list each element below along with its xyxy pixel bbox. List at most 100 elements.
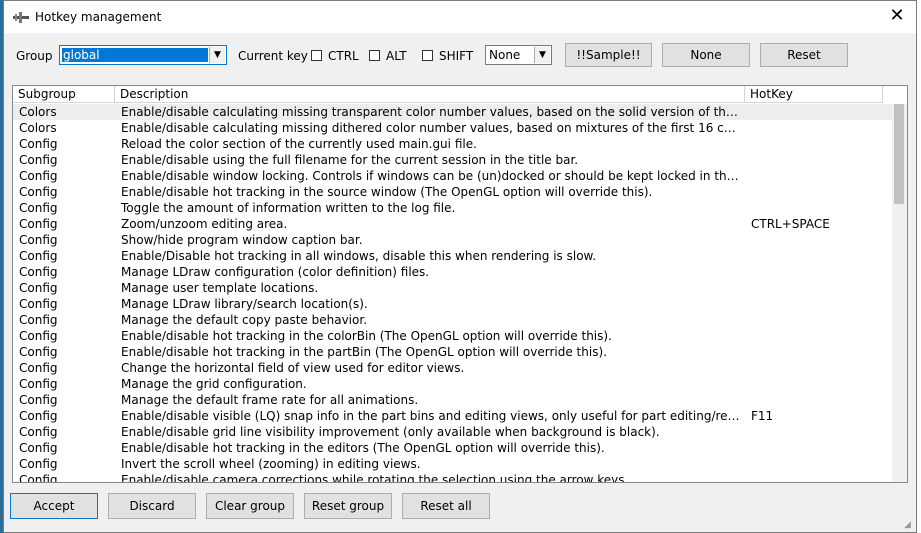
table-row[interactable]: Config Enable/disable camera corrections …	[13, 472, 892, 482]
cell-subgroup: Config	[19, 249, 58, 263]
table-row[interactable]: Config Enable/disable grid line visibilit…	[13, 424, 892, 440]
discard-button[interactable]: Discard	[108, 493, 196, 519]
key-select-value: None	[489, 48, 521, 62]
hotkey-management-window: Hotkey management ✕ Group global ▼ Curre…	[3, 0, 917, 533]
table-row[interactable]: Config Show/hide program window caption b…	[13, 232, 892, 248]
table-row[interactable]: Config Enable/disable hot tracking in the…	[13, 184, 892, 200]
cell-subgroup: Config	[19, 297, 58, 311]
list-rows: Colors Enable/disable calculating missing…	[13, 104, 892, 482]
cell-description: Invert the scroll wheel (zooming) in edi…	[121, 457, 421, 471]
cell-subgroup: Colors	[19, 121, 57, 135]
cell-description: Enable/disable hot tracking in the partB…	[121, 345, 607, 359]
cell-subgroup: Config	[19, 425, 58, 439]
table-row[interactable]: Config Reload the color section of the cu…	[13, 136, 892, 152]
cell-subgroup: Config	[19, 281, 58, 295]
ctrl-label: CTRL	[328, 49, 359, 63]
table-row[interactable]: Config Enable/disable using the full file…	[13, 152, 892, 168]
current-key-label: Current key	[238, 49, 308, 63]
cell-description: Manage LDraw library/search location(s).	[121, 297, 368, 311]
table-row[interactable]: Config Manage the default frame rate for …	[13, 392, 892, 408]
cell-subgroup: Config	[19, 185, 58, 199]
cell-description: Enable/disable hot tracking in the edito…	[121, 441, 605, 455]
hotkey-list[interactable]: Subgroup Description HotKey Colors Enable…	[12, 85, 908, 483]
group-select[interactable]: global ▼	[59, 45, 227, 65]
cell-subgroup: Config	[19, 361, 58, 375]
cell-subgroup: Config	[19, 201, 58, 215]
sample-button[interactable]: !!Sample!!	[565, 43, 652, 67]
cell-description: Enable/disable using the full filename f…	[121, 153, 579, 167]
cell-hotkey	[751, 280, 881, 296]
cell-subgroup: Config	[19, 441, 58, 455]
cell-hotkey	[751, 328, 881, 344]
cell-hotkey	[751, 104, 881, 120]
none-button[interactable]: None	[662, 43, 750, 67]
table-row[interactable]: Config Manage the grid configuration.	[13, 376, 892, 392]
cell-hotkey	[751, 264, 881, 280]
close-icon[interactable]: ✕	[886, 5, 908, 27]
cell-hotkey	[751, 168, 881, 184]
reset-group-button[interactable]: Reset group	[304, 493, 392, 519]
reset-button[interactable]: Reset	[760, 43, 848, 67]
table-row[interactable]: Config Enable/disable hot tracking in the…	[13, 328, 892, 344]
cell-subgroup: Config	[19, 169, 58, 183]
cell-subgroup: Config	[19, 137, 58, 151]
table-row[interactable]: Config Enable/Disable hot tracking in all…	[13, 248, 892, 264]
cell-subgroup: Config	[19, 409, 58, 423]
table-row[interactable]: Config Invert the scroll wheel (zooming) …	[13, 456, 892, 472]
chevron-down-icon[interactable]: ▼	[534, 47, 550, 63]
cell-hotkey	[751, 184, 881, 200]
cell-hotkey	[751, 376, 881, 392]
cell-hotkey	[751, 136, 881, 152]
table-row[interactable]: Colors Enable/disable calculating missing…	[13, 120, 892, 136]
chevron-down-icon[interactable]: ▼	[209, 47, 225, 63]
list-header: Subgroup Description HotKey	[13, 86, 907, 104]
cell-description: Enable/disable calculating missing trans…	[121, 105, 741, 119]
cell-hotkey	[751, 312, 881, 328]
cell-subgroup: Config	[19, 217, 58, 231]
table-row[interactable]: Config Toggle the amount of information w…	[13, 200, 892, 216]
cell-subgroup: Colors	[19, 105, 57, 119]
cell-hotkey	[751, 392, 881, 408]
table-row[interactable]: Config Manage LDraw configuration (color …	[13, 264, 892, 280]
scrollbar-thumb[interactable]	[894, 104, 904, 204]
table-row[interactable]: Config Manage the default copy paste beha…	[13, 312, 892, 328]
accept-button[interactable]: Accept	[10, 493, 98, 519]
cell-description: Enable/disable grid line visibility impr…	[121, 425, 660, 439]
cell-description: Enable/disable camera corrections while …	[121, 473, 629, 482]
column-header-description[interactable]: Description	[115, 86, 745, 103]
vertical-scrollbar[interactable]	[892, 104, 907, 482]
cell-description: Show/hide program window caption bar.	[121, 233, 363, 247]
key-select[interactable]: None ▼	[485, 45, 552, 65]
column-header-hotkey[interactable]: HotKey	[745, 86, 883, 103]
table-row[interactable]: Config Enable/disable hot tracking in the…	[13, 344, 892, 360]
cell-hotkey	[751, 424, 881, 440]
cell-subgroup: Config	[19, 329, 58, 343]
cell-description: Enable/disable visible (LQ) snap info in…	[121, 409, 741, 423]
window-title: Hotkey management	[35, 10, 162, 24]
table-row[interactable]: Config Enable/disable hot tracking in the…	[13, 440, 892, 456]
clear-group-button[interactable]: Clear group	[206, 493, 294, 519]
cell-subgroup: Config	[19, 233, 58, 247]
cell-description: Reload the color section of the currentl…	[121, 137, 477, 151]
table-row[interactable]: Colors Enable/disable calculating missing…	[13, 104, 892, 120]
cell-description: Manage user template locations.	[121, 281, 319, 295]
table-row[interactable]: Config Enable/disable visible (LQ) snap i…	[13, 408, 892, 424]
cell-subgroup: Config	[19, 393, 58, 407]
cell-hotkey	[751, 120, 881, 136]
table-row[interactable]: Config Manage user template locations.	[13, 280, 892, 296]
cell-hotkey	[751, 440, 881, 456]
table-row[interactable]: Config Change the horizontal field of vie…	[13, 360, 892, 376]
ctrl-checkbox[interactable]	[311, 50, 322, 61]
resize-grip-icon[interactable]: ◢	[904, 520, 914, 530]
alt-checkbox[interactable]	[369, 50, 380, 61]
cell-description: Manage the default frame rate for all an…	[121, 393, 419, 407]
cell-description: Enable/disable window locking. Controls …	[121, 169, 741, 183]
table-row[interactable]: Config Manage LDraw library/search locati…	[13, 296, 892, 312]
cell-subgroup: Config	[19, 457, 58, 471]
column-header-subgroup[interactable]: Subgroup	[13, 86, 115, 103]
table-row[interactable]: Config Enable/disable window locking. Con…	[13, 168, 892, 184]
cell-description: Enable/Disable hot tracking in all windo…	[121, 249, 597, 263]
table-row[interactable]: Config Zoom/unzoom editing area. CTRL+SPAC…	[13, 216, 892, 232]
shift-checkbox[interactable]	[422, 50, 433, 61]
reset-all-button[interactable]: Reset all	[402, 493, 490, 519]
